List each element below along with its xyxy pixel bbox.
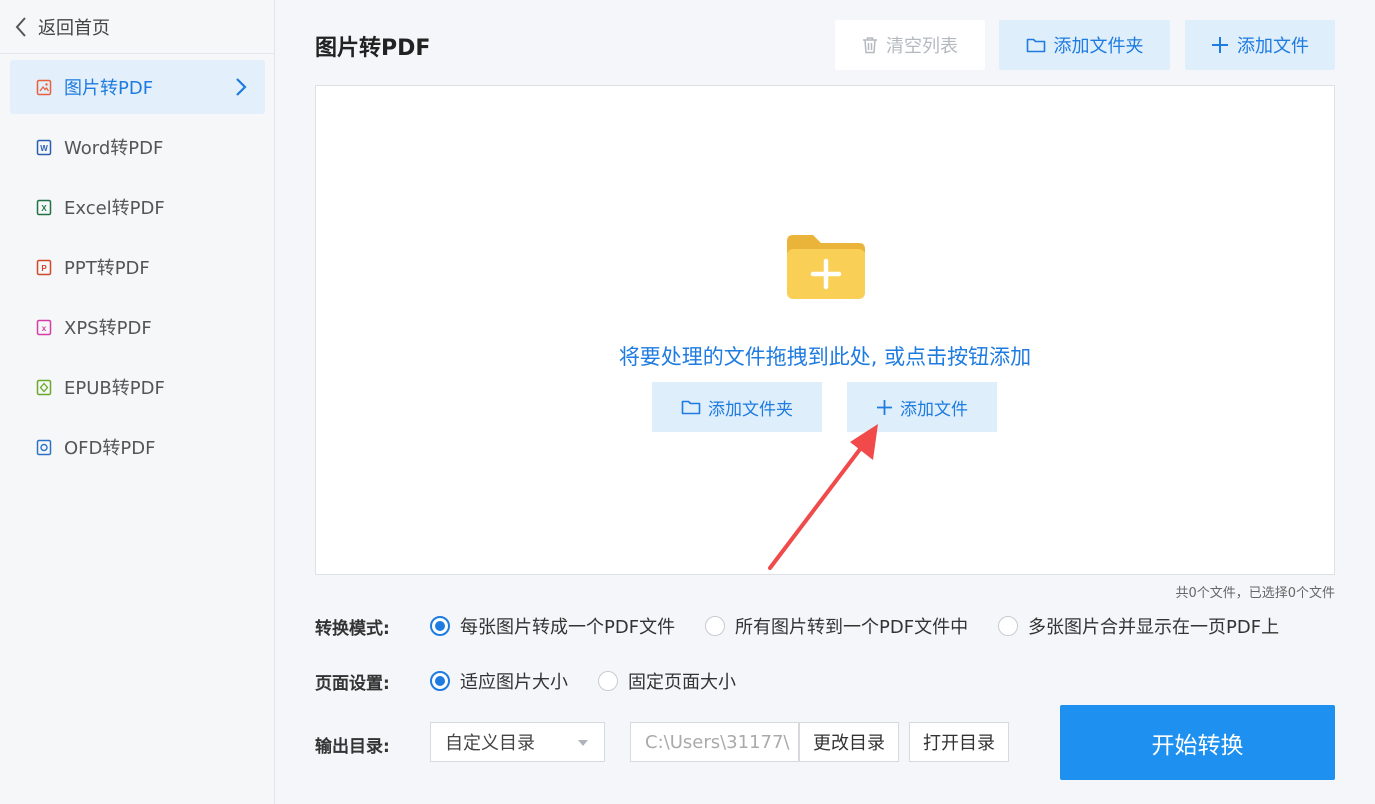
page-setting-label: 页面设置: [315,674,390,694]
mode-option-merge-page[interactable]: 多张图片合并显示在一页PDF上 [998,613,1279,639]
xps-file-icon: x [36,319,52,335]
dropzone-add-file-button[interactable]: 添加文件 [847,382,997,432]
back-home-label: 返回首页 [38,17,110,39]
sidebar-item-ppt-to-pdf[interactable]: P PPT转PDF [10,240,265,294]
mode-option-all-in-one[interactable]: 所有图片转到一个PDF文件中 [705,613,968,639]
sidebar-item-label: Word转PDF [64,138,164,159]
add-folder-button[interactable]: 添加文件夹 [999,20,1170,70]
sidebar-item-word-to-pdf[interactable]: W Word转PDF [10,120,265,174]
drop-zone[interactable]: 将要处理的文件拖拽到此处, 或点击按钮添加 添加文件夹 添加文件 [315,85,1335,575]
sidebar-item-label: 图片转PDF [64,78,154,99]
radio-label: 固定页面大小 [628,672,736,693]
sidebar-item-label: EPUB转PDF [64,378,165,399]
open-dir-button[interactable]: 打开目录 [909,722,1009,762]
sidebar-item-label: OFD转PDF [64,438,156,459]
sidebar-item-label: PPT转PDF [64,258,150,279]
dropzone-add-folder-button[interactable]: 添加文件夹 [652,382,822,432]
radio-icon [430,671,450,691]
mode-option-each-image[interactable]: 每张图片转成一个PDF文件 [430,613,675,639]
sidebar-item-label: XPS转PDF [64,318,152,339]
page-option-fit-image[interactable]: 适应图片大小 [430,668,568,694]
clear-list-label: 清空列表 [886,36,958,57]
plus-icon [1212,37,1228,53]
chevron-right-icon [236,78,247,96]
sidebar-item-ofd-to-pdf[interactable]: OFD转PDF [10,420,265,474]
plus-icon [877,399,892,415]
drop-hint: 将要处理的文件拖拽到此处, 或点击按钮添加 [618,345,1032,369]
radio-icon [430,616,450,636]
svg-text:x: x [42,324,47,333]
dropdown-caret-icon [578,740,588,746]
back-home-link[interactable]: 返回首页 [0,0,274,54]
radio-label: 多张图片合并显示在一页PDF上 [1028,617,1280,638]
output-dir-select[interactable]: 自定义目录 [430,722,605,762]
chevron-left-icon [15,16,26,37]
add-file-button[interactable]: 添加文件 [1185,20,1335,70]
svg-text:W: W [40,144,48,153]
sidebar: 返回首页 图片转PDF W Word转PDF X Excel转PDF P PPT… [0,0,275,804]
trash-icon [863,37,877,54]
page-option-fixed-size[interactable]: 固定页面大小 [598,668,736,694]
folder-icon [681,400,701,415]
sidebar-item-epub-to-pdf[interactable]: EPUB转PDF [10,360,265,414]
radio-icon [705,616,725,636]
add-file-label: 添加文件 [1237,36,1309,57]
radio-icon [598,671,618,691]
file-count-text: 共0个文件，已选择0个文件 [1175,586,1335,601]
ofd-file-icon [36,439,52,455]
select-value: 自定义目录 [445,733,535,754]
sidebar-item-excel-to-pdf[interactable]: X Excel转PDF [10,180,265,234]
radio-label: 每张图片转成一个PDF文件 [460,617,676,638]
radio-label: 适应图片大小 [460,672,568,693]
folder-icon [1026,38,1045,53]
clear-list-button[interactable]: 清空列表 [835,20,985,70]
epub-file-icon [36,379,52,395]
mode-label: 转换模式: [315,619,390,639]
dropzone-add-file-label: 添加文件 [900,399,968,420]
output-label: 输出目录: [315,737,390,757]
radio-icon [998,616,1018,636]
add-folder-icon [787,235,865,299]
sidebar-item-image-to-pdf[interactable]: 图片转PDF [10,60,265,114]
add-folder-label: 添加文件夹 [1053,36,1144,57]
change-dir-button[interactable]: 更改目录 [799,722,899,762]
svg-text:P: P [41,264,47,273]
output-path-input[interactable] [630,722,799,762]
excel-file-icon: X [36,199,52,215]
start-convert-button[interactable]: 开始转换 [1060,705,1335,780]
radio-label: 所有图片转到一个PDF文件中 [735,617,969,638]
word-file-icon: W [36,139,52,155]
dropzone-add-folder-label: 添加文件夹 [708,399,793,420]
page-title: 图片转PDF [315,36,431,61]
sidebar-item-label: Excel转PDF [64,198,165,219]
svg-text:X: X [41,204,47,213]
ppt-file-icon: P [36,259,52,275]
image-file-icon [36,79,52,95]
sidebar-item-xps-to-pdf[interactable]: x XPS转PDF [10,300,265,354]
